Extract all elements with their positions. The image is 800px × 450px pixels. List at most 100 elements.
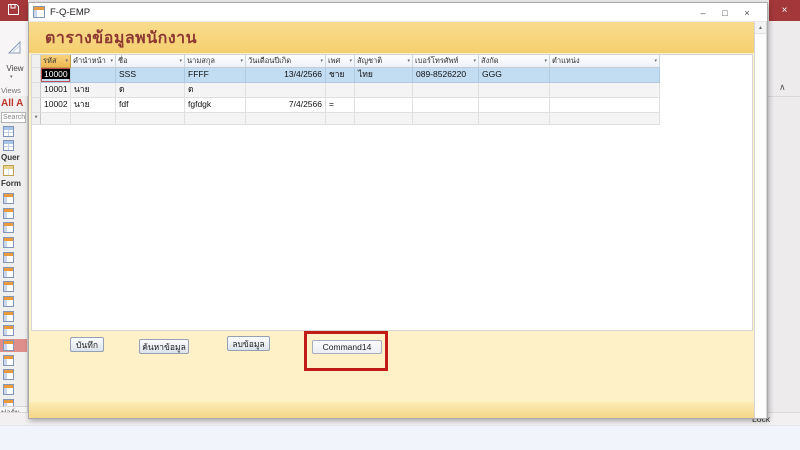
table-cell[interactable]: 7/4/2566	[246, 98, 326, 113]
form-minimize-button[interactable]: –	[692, 3, 714, 22]
nav-table-item[interactable]	[0, 125, 27, 138]
ribbon-collapse-icon[interactable]: ∧	[779, 82, 786, 93]
nav-form-item[interactable]	[0, 236, 27, 249]
table-cell[interactable]	[41, 113, 71, 125]
table-cell[interactable]: =	[326, 98, 355, 113]
table-cell[interactable]: ด	[116, 83, 185, 98]
nav-form-item[interactable]	[0, 207, 27, 220]
column-filter-dropdown-icon[interactable]: ▾	[473, 58, 476, 64]
column-header-2[interactable]: ชื่อ▾	[116, 55, 185, 68]
search-data-button[interactable]: ค้นหาข้อมูล	[139, 339, 189, 354]
table-cell[interactable]	[71, 68, 116, 83]
column-header-7[interactable]: เบอร์โทรศัพท์▾	[413, 55, 479, 68]
datasheet-corner-cell[interactable]	[32, 55, 41, 68]
table-cell[interactable]: 089-8526220	[413, 68, 479, 83]
column-header-9[interactable]: ตำแหน่ง▾	[550, 55, 660, 68]
nav-form-item[interactable]	[0, 251, 27, 264]
save-record-button[interactable]: บันทึก	[70, 337, 104, 352]
view-dropdown-icon[interactable]: ▾	[10, 74, 13, 80]
record-selector[interactable]	[32, 83, 41, 98]
save-icon[interactable]	[7, 3, 20, 16]
nav-query-item[interactable]	[0, 164, 27, 177]
table-cell[interactable]	[550, 68, 660, 83]
table-cell[interactable]: 10002	[41, 98, 71, 113]
nav-form-item[interactable]	[0, 192, 27, 205]
table-cell[interactable]	[246, 113, 326, 125]
column-header-5[interactable]: เพศ▾	[326, 55, 355, 68]
editing-cell-selected-text[interactable]: 10000	[42, 69, 70, 79]
table-cell[interactable]	[413, 113, 479, 125]
app-close-button[interactable]: ×	[769, 0, 800, 21]
nav-form-item[interactable]	[0, 266, 27, 279]
delete-data-button[interactable]: ลบข้อมูล	[227, 336, 270, 351]
nav-form-item[interactable]	[0, 354, 27, 367]
table-cell[interactable]	[550, 98, 660, 113]
table-cell[interactable]	[326, 113, 355, 125]
column-header-1[interactable]: คำนำหน้า▾	[71, 55, 116, 68]
form-maximize-button[interactable]: □	[714, 3, 736, 22]
nav-form-item[interactable]	[0, 280, 27, 293]
table-cell[interactable]	[355, 113, 413, 125]
column-filter-dropdown-icon[interactable]: ▾	[407, 58, 410, 64]
nav-form-item[interactable]	[0, 368, 27, 381]
table-cell[interactable]: fgfdgk	[185, 98, 246, 113]
nav-queries-group-label[interactable]: Quer	[1, 153, 20, 162]
table-cell[interactable]: 10001	[41, 83, 71, 98]
form-close-button[interactable]: ×	[736, 3, 758, 22]
table-cell[interactable]	[326, 83, 355, 98]
table-cell[interactable]: FFFF	[185, 68, 246, 83]
vertical-scrollbar[interactable]: ▲	[754, 22, 767, 418]
column-filter-dropdown-icon[interactable]: ▾	[65, 58, 68, 64]
view-button-label[interactable]: View	[2, 64, 28, 73]
scroll-up-icon[interactable]: ▲	[755, 22, 766, 34]
table-cell[interactable]: GGG	[479, 68, 550, 83]
column-filter-dropdown-icon[interactable]: ▾	[179, 58, 182, 64]
column-header-4[interactable]: วันเดือนปีเกิด▾	[246, 55, 326, 68]
column-filter-dropdown-icon[interactable]: ▾	[240, 58, 243, 64]
table-cell[interactable]: 13/4/2566	[246, 68, 326, 83]
nav-table-item[interactable]	[0, 139, 27, 152]
table-cell[interactable]: ด	[185, 83, 246, 98]
nav-search-input[interactable]: Search	[1, 112, 26, 123]
table-cell[interactable]	[550, 83, 660, 98]
nav-forms-group-label[interactable]: Form	[1, 179, 21, 188]
table-cell[interactable]	[413, 98, 479, 113]
table-cell[interactable]: fdf	[116, 98, 185, 113]
column-header-8[interactable]: สังกัด▾	[479, 55, 550, 68]
record-selector[interactable]	[32, 68, 41, 83]
column-filter-dropdown-icon[interactable]: ▾	[544, 58, 547, 64]
column-header-0[interactable]: รหัส▾	[41, 55, 71, 68]
table-cell[interactable]: ชาย	[326, 68, 355, 83]
nav-form-item-active[interactable]	[0, 339, 27, 352]
nav-form-item[interactable]	[0, 310, 27, 323]
column-filter-dropdown-icon[interactable]: ▾	[320, 58, 323, 64]
nav-form-item[interactable]	[0, 221, 27, 234]
table-cell[interactable]	[355, 83, 413, 98]
table-cell[interactable]	[479, 98, 550, 113]
column-header-3[interactable]: นามสกุล▾	[185, 55, 246, 68]
table-cell[interactable]	[246, 83, 326, 98]
record-selector[interactable]	[32, 98, 41, 113]
nav-form-item[interactable]	[0, 324, 27, 337]
table-cell[interactable]	[355, 98, 413, 113]
column-filter-dropdown-icon[interactable]: ▾	[110, 58, 113, 64]
table-cell[interactable]	[479, 113, 550, 125]
table-cell[interactable]: นาย	[71, 98, 116, 113]
table-cell[interactable]: นาย	[71, 83, 116, 98]
new-record-selector[interactable]: *	[32, 113, 41, 125]
table-cell[interactable]: SSS	[116, 68, 185, 83]
nav-all-objects-label[interactable]: All A	[1, 98, 23, 109]
table-cell[interactable]: ไทย	[355, 68, 413, 83]
column-header-6[interactable]: สัญชาติ▾	[355, 55, 413, 68]
table-cell[interactable]	[71, 113, 116, 125]
table-cell[interactable]	[185, 113, 246, 125]
nav-form-item[interactable]	[0, 383, 27, 396]
table-cell[interactable]	[413, 83, 479, 98]
table-cell[interactable]	[479, 83, 550, 98]
table-cell[interactable]: 10000	[41, 68, 71, 83]
column-filter-dropdown-icon[interactable]: ▾	[654, 58, 657, 64]
table-cell[interactable]	[116, 113, 185, 125]
form-titlebar[interactable]: F-Q-EMP – □ ×	[29, 3, 767, 22]
table-cell[interactable]	[550, 113, 660, 125]
column-filter-dropdown-icon[interactable]: ▾	[349, 58, 352, 64]
